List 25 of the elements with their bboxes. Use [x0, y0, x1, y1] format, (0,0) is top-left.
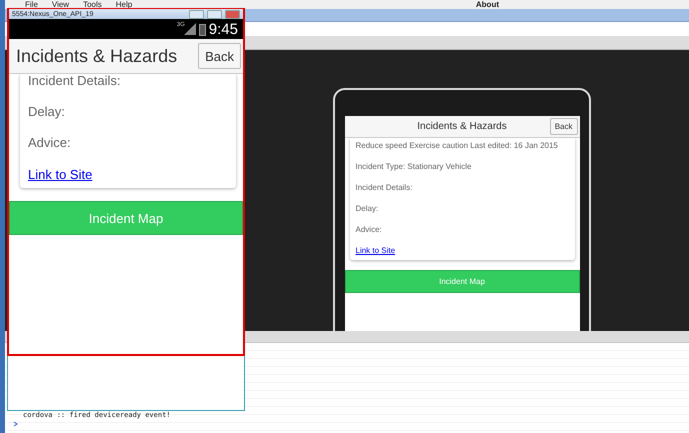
incident-field: Incident Details: [356, 183, 574, 192]
header-title: Incidents & Hazards [417, 121, 507, 132]
back-button[interactable]: Back [198, 43, 241, 69]
close-button[interactable] [225, 10, 240, 18]
clock-time: 9:45 [208, 20, 238, 38]
prompt-chevron-icon [13, 421, 19, 427]
incident-field: Advice: [28, 136, 236, 150]
maximize-button[interactable] [207, 10, 222, 18]
menu-item[interactable]: File [25, 0, 38, 9]
incident-field: Advice: [356, 225, 574, 234]
incident-field: Incident Type: Stationary Vehicle [356, 162, 574, 171]
battery-icon [198, 22, 206, 36]
menu-item[interactable]: Tools [83, 0, 102, 9]
menu-item[interactable]: Help [116, 0, 132, 9]
menu-item[interactable]: View [52, 0, 70, 9]
back-button[interactable]: Back [550, 118, 578, 135]
incident-field: Delay: [28, 105, 236, 119]
site-link[interactable]: Link to Site [28, 167, 92, 182]
minimize-button[interactable] [189, 10, 204, 18]
header-title: Incidents & Hazards [16, 46, 178, 66]
incident-field: Incident Details: [28, 74, 236, 88]
incident-field: Delay: [356, 204, 574, 213]
incident-field: Reduce speed Exercise caution Last edited: 16 Jan 2015 [356, 141, 574, 150]
menu-item[interactable]: About [476, 0, 499, 9]
site-link[interactable]: Link to Site [356, 246, 396, 255]
